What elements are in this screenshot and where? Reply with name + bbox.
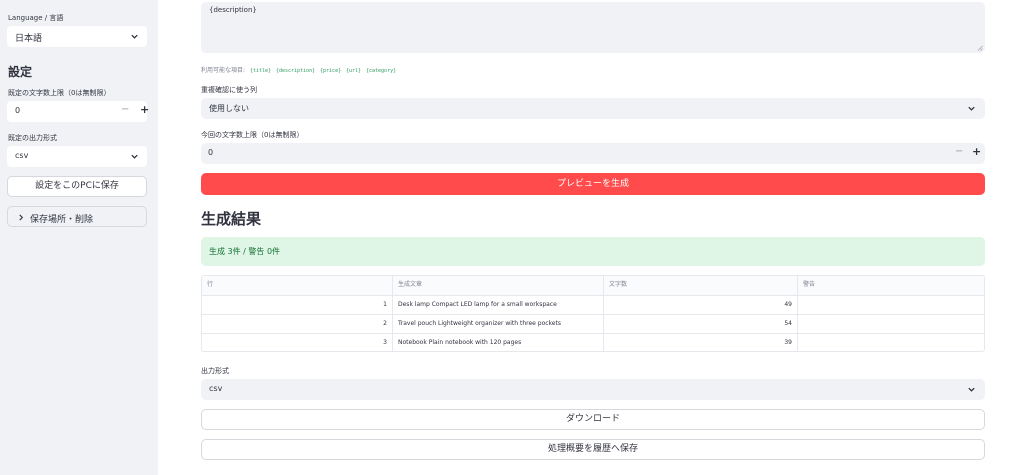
template-textarea[interactable]: {description} xyxy=(201,2,985,53)
output-format-select[interactable]: csv xyxy=(201,379,985,400)
default-limit-value: 0 xyxy=(15,106,21,115)
table-header: 行 生成文章 文字数 警告 xyxy=(202,276,984,295)
results-table[interactable]: 行 生成文章 文字数 警告 1 Desk lamp Compact LED la… xyxy=(201,275,985,352)
table-row[interactable]: 2 Travel pouch Lightweight organizer wit… xyxy=(202,314,984,334)
download-button[interactable]: ダウンロード xyxy=(201,409,985,430)
field-tag: {url} xyxy=(346,68,362,74)
dedupe-column-label: 重複確認に使う列 xyxy=(201,86,257,94)
char-limit-value: 0 xyxy=(208,148,214,157)
language-select-value: 日本語 xyxy=(15,34,43,44)
dedupe-column-value: 使用しない xyxy=(209,104,249,113)
column-header-row[interactable]: 行 xyxy=(202,276,392,295)
dedupe-column-select[interactable]: 使用しない xyxy=(201,98,985,119)
results-heading: 生成結果 xyxy=(201,210,262,228)
column-header-warning[interactable]: 警告 xyxy=(797,276,984,295)
chevron-down-icon xyxy=(131,34,138,39)
field-tag: {title} xyxy=(249,68,272,74)
cell-text: Travel pouch Lightweight organizer with … xyxy=(392,315,603,334)
cell-warning xyxy=(797,315,984,334)
generate-preview-button[interactable]: プレビューを生成 xyxy=(201,173,985,195)
default-format-select[interactable]: csv xyxy=(7,146,147,167)
output-format-value: csv xyxy=(209,384,223,393)
cell-warning xyxy=(797,296,984,315)
template-textarea-value: {description} xyxy=(209,6,257,14)
cell-chars: 49 xyxy=(603,296,797,315)
table-row[interactable]: 3 Notebook Plain notebook with 120 pages… xyxy=(202,333,984,351)
increment-button[interactable]: + xyxy=(972,145,981,158)
settings-heading: 設定 xyxy=(8,65,33,79)
column-header-chars[interactable]: 文字数 xyxy=(603,276,797,295)
decrement-button[interactable]: − xyxy=(121,104,129,115)
field-tag: {category} xyxy=(366,68,397,74)
default-format-value: csv xyxy=(15,151,29,160)
increment-button[interactable]: + xyxy=(140,103,149,116)
table-row[interactable]: 1 Desk lamp Compact LED lamp for a small… xyxy=(202,295,984,315)
status-alert: 生成 3件 / 警告 0件 xyxy=(201,237,985,266)
field-tag: {price} xyxy=(320,68,342,74)
chevron-down-icon xyxy=(968,106,975,111)
column-header-text[interactable]: 生成文章 xyxy=(392,276,603,295)
chevron-right-icon xyxy=(19,214,24,221)
char-limit-label: 今回の文字数上限（0は無制限） xyxy=(201,131,304,139)
storage-expander-label: 保存場所・削除 xyxy=(30,215,94,225)
resize-grip-icon[interactable] xyxy=(977,45,983,51)
decrement-button[interactable]: − xyxy=(955,146,963,157)
cell-warning xyxy=(797,334,984,351)
char-limit-input[interactable]: 0 − + xyxy=(201,143,985,164)
cell-chars: 54 xyxy=(603,315,797,334)
available-fields: 利用可能な項目: {title} {description} {price} {… xyxy=(201,65,396,74)
chevron-down-icon xyxy=(968,387,975,392)
cell-text: Notebook Plain notebook with 120 pages xyxy=(392,334,603,351)
cell-text: Desk lamp Compact LED lamp for a small w… xyxy=(392,296,603,315)
available-fields-label: 利用可能な項目: xyxy=(201,67,246,74)
default-limit-label: 既定の文字数上限（0は無制限） xyxy=(8,89,111,97)
save-settings-button[interactable]: 設定をこのPCに保存 xyxy=(7,176,147,197)
save-history-button[interactable]: 処理概要を履歴へ保存 xyxy=(201,439,985,460)
language-select[interactable]: 日本語 xyxy=(7,26,147,47)
storage-expander[interactable]: 保存場所・削除 xyxy=(7,206,147,227)
cell-chars: 39 xyxy=(603,334,797,351)
cell-row: 2 xyxy=(383,320,387,327)
chevron-down-icon xyxy=(131,154,138,159)
output-format-label: 出力形式 xyxy=(201,367,229,375)
language-label: Language / 言語 xyxy=(8,14,64,22)
cell-row: 3 xyxy=(383,339,387,346)
default-format-label: 既定の出力形式 xyxy=(8,134,57,142)
sidebar: Language / 言語 日本語 設定 既定の文字数上限（0は無制限） 0 −… xyxy=(0,0,158,475)
status-message: 生成 3件 / 警告 0件 xyxy=(209,247,281,256)
field-tag: {description} xyxy=(275,68,316,74)
default-limit-input[interactable]: 0 − + xyxy=(7,101,149,122)
cell-row: 1 xyxy=(383,301,387,308)
